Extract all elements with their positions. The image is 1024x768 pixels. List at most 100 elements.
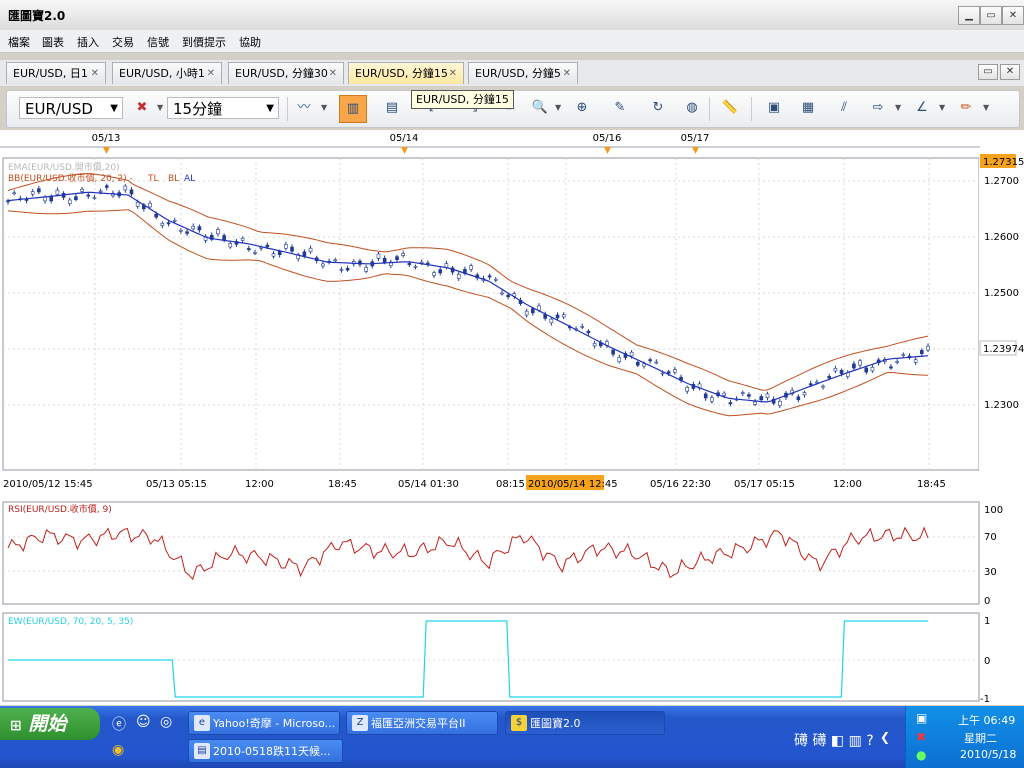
tab-eurusd-m5[interactable]: EUR/USD, 分鐘5 ✕ — [468, 62, 578, 84]
candle-body — [660, 372, 665, 375]
candlestick-icon[interactable]: ▥ — [339, 95, 367, 123]
menu-signal[interactable]: 信號 — [147, 34, 169, 50]
candle-body — [537, 305, 541, 311]
date-marker[interactable] — [692, 147, 699, 154]
task-label: 福匯亞洲交易平台II — [371, 717, 466, 730]
chevron-down-icon[interactable]: ▼ — [321, 103, 327, 112]
chevron-down-icon[interactable]: ▼ — [895, 103, 901, 112]
menu-insert[interactable]: 插入 — [77, 34, 99, 50]
window-icon[interactable]: ▦ — [799, 99, 817, 117]
menu-chart[interactable]: 圖表 — [42, 34, 64, 50]
start-button[interactable]: ⊞ 開始 — [0, 708, 100, 740]
magnifier-icon[interactable]: 🔍 — [531, 99, 549, 117]
price-axis[interactable] — [979, 158, 1021, 470]
candle-body — [438, 269, 443, 274]
ime-icon[interactable]: 礡 礡 ◧ ▥ ? — [794, 730, 874, 750]
close-tab-icon[interactable]: ✕ — [91, 63, 99, 85]
task-document[interactable]: ▤ 2010-0518跌11天候... — [188, 739, 343, 763]
candle-body — [778, 400, 782, 406]
ruler-icon[interactable]: 📏 — [721, 99, 739, 117]
candle-body — [419, 261, 424, 264]
export-icon[interactable]: ⇨ — [869, 99, 887, 117]
chart-type-icon[interactable]: 〰 — [295, 99, 313, 117]
app-title: 匯圖寶2.0 — [8, 9, 66, 23]
candle-body — [74, 196, 78, 200]
tab-eurusd-m30[interactable]: EUR/USD, 分鐘30 ✕ — [228, 62, 344, 84]
tab-eurusd-h1[interactable]: EUR/USD, 小時1 ✕ — [112, 62, 222, 84]
restore-chart-button[interactable]: ▭ — [978, 64, 998, 80]
chevron-down-icon: ▼ — [110, 103, 118, 114]
windows-logo-icon: ⊞ — [10, 718, 22, 734]
ew-y-label: 0 — [984, 656, 990, 667]
timeframe-select[interactable]: 15分鐘 ▼ — [167, 97, 279, 119]
chevron-down-icon[interactable]: ▼ — [939, 103, 945, 112]
date-marker[interactable] — [604, 147, 611, 154]
menu-help[interactable]: 協助 — [239, 34, 261, 50]
refresh-icon[interactable]: ↻ — [649, 99, 667, 117]
date-marker[interactable] — [103, 147, 110, 154]
messenger-icon[interactable]: ● — [916, 748, 926, 762]
menu-trade[interactable]: 交易 — [112, 34, 134, 50]
close-tab-icon[interactable]: ✕ — [563, 63, 571, 85]
windows-taskbar: ⊞ 開始 ⓔ ☺ ◎ ◉ e Yahoo!奇摩 - Microso... Z 福匯亞… — [0, 706, 1024, 768]
task-yahoo[interactable]: e Yahoo!奇摩 - Microso... — [188, 711, 340, 735]
chevron-down-icon[interactable]: ▼ — [157, 103, 163, 112]
chevron-down-icon[interactable]: ▼ — [983, 103, 989, 112]
security-alert-icon[interactable]: ✖ — [916, 730, 926, 744]
dollar-icon: $ — [511, 715, 527, 731]
close-chart-button[interactable]: ✕ — [1000, 64, 1020, 80]
task-fxcm[interactable]: Z 福匯亞洲交易平台II — [346, 711, 498, 735]
minimize-button[interactable]: ▁ — [958, 6, 980, 25]
tab-label: EUR/USD, 分鐘5 — [475, 67, 561, 80]
menu-alert[interactable]: 到價提示 — [182, 34, 226, 50]
pen-icon[interactable]: ✏ — [957, 99, 975, 117]
tray-expand-icon[interactable]: ❮ — [880, 730, 890, 744]
chart-svg[interactable]: 05/13 05/14 05/16 05/17 EMA(EUR/USD.開市價,… — [0, 130, 1024, 705]
trendline-icon[interactable]: ⫽ — [835, 99, 853, 117]
chevron-down-icon[interactable]: ▼ — [555, 103, 561, 112]
symbol-select[interactable]: EUR/USD ▼ — [19, 97, 123, 119]
tab-eurusd-d1[interactable]: EUR/USD, 日1 ✕ — [6, 62, 106, 84]
timeframe-value: 15分鐘 — [173, 100, 223, 118]
ie-quicklaunch-icon[interactable]: ⓔ — [112, 714, 126, 734]
tab-label: EUR/USD, 分鐘15 — [355, 67, 448, 80]
draw-tool-icon[interactable]: ∠ — [913, 99, 931, 117]
close-tab-icon[interactable]: ✕ — [207, 63, 215, 85]
bb-legend-al: AL — [184, 174, 195, 184]
menu-file[interactable]: 檔案 — [8, 34, 30, 50]
candle-body — [395, 256, 399, 261]
globe-icon[interactable]: ◍ — [683, 99, 701, 117]
bar-chart-icon[interactable]: ▤ — [383, 99, 401, 117]
candle-body — [240, 238, 245, 241]
properties-icon[interactable]: ✎ — [611, 99, 629, 117]
ew-panel[interactable] — [2, 612, 980, 702]
candle-body — [271, 253, 276, 257]
candle-body — [333, 259, 338, 262]
candle-body — [166, 222, 171, 225]
chart-area[interactable]: 05/13 05/14 05/16 05/17 EMA(EUR/USD.開市價,… — [0, 130, 1024, 705]
task-huitubao[interactable]: $ 匯圖寶2.0 — [505, 711, 665, 735]
tab-eurusd-m15[interactable]: EUR/USD, 分鐘15 ✕ — [348, 62, 464, 84]
bb-legend-tl: TL — [147, 174, 159, 184]
window-titlebar[interactable]: 匯圖寶2.0 ▁ ▭ ✕ — [0, 0, 1024, 31]
users-quicklaunch-icon[interactable]: ☺ — [136, 714, 151, 730]
ie-icon: e — [194, 715, 210, 731]
candle-body — [247, 248, 251, 251]
crosshair-icon[interactable]: ⊕ — [573, 99, 591, 117]
y-axis-label: 1.2500 — [984, 288, 1019, 299]
candle-body — [104, 185, 109, 188]
remove-indicator-icon[interactable]: ✖ — [133, 99, 151, 117]
price-badge-high-label: 1.27315 — [983, 157, 1024, 168]
rsi-legend: RSI(EUR/USD.收市價, 9) — [8, 503, 112, 515]
candle-body — [555, 314, 560, 319]
browser-quicklaunch-icon[interactable]: ◎ — [160, 714, 172, 730]
media-quicklaunch-icon[interactable]: ◉ — [112, 742, 124, 758]
network-icon[interactable]: ▣ — [916, 711, 927, 725]
image-icon[interactable]: ▣ — [765, 99, 783, 117]
rsi-panel[interactable] — [2, 501, 980, 605]
close-tab-icon[interactable]: ✕ — [449, 63, 457, 85]
close-tab-icon[interactable]: ✕ — [329, 63, 337, 85]
date-marker[interactable] — [401, 147, 408, 154]
close-button[interactable]: ✕ — [1002, 6, 1024, 25]
maximize-button[interactable]: ▭ — [980, 6, 1002, 25]
